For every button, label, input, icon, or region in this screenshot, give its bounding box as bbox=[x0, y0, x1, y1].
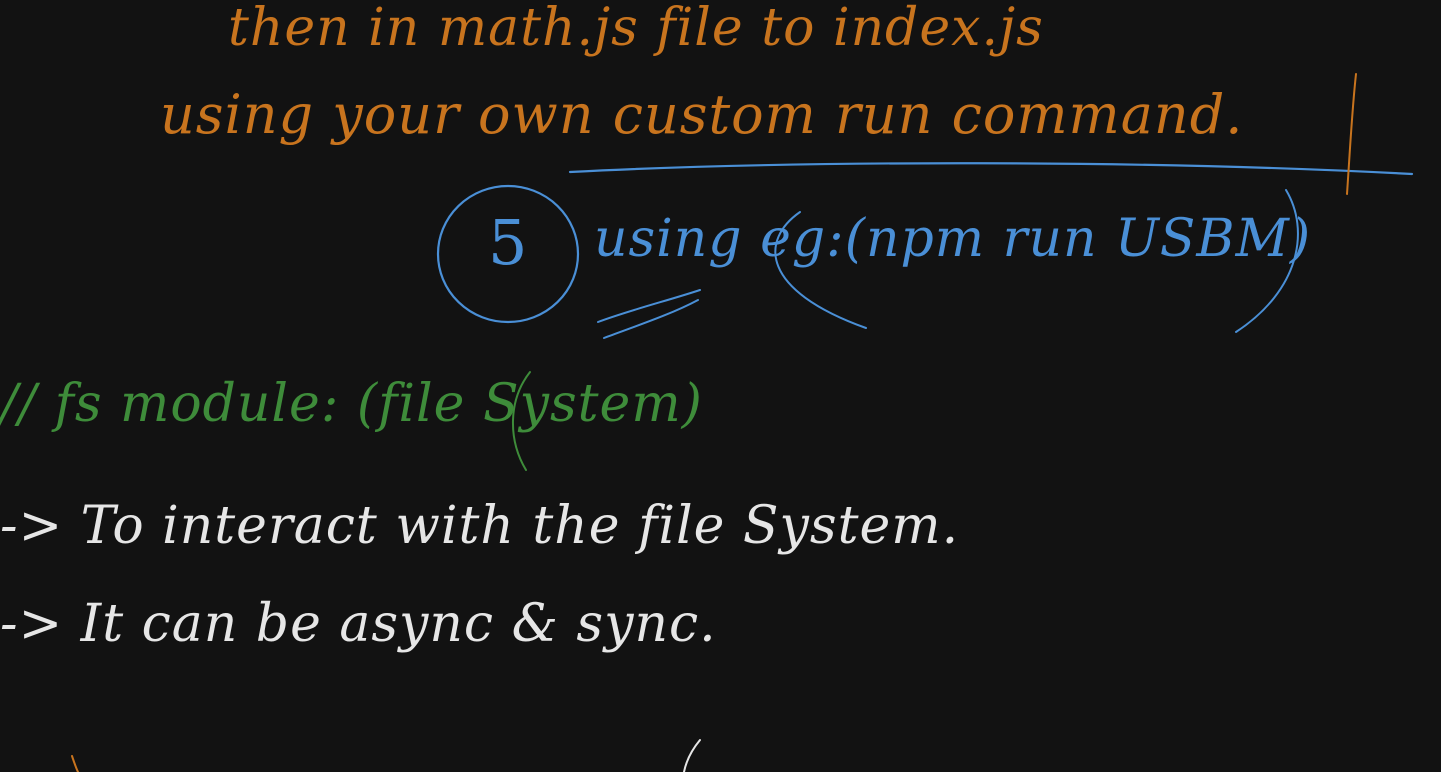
note-line-2: using your own custom run command. bbox=[160, 83, 1244, 146]
partial-stroke-bottom-left bbox=[71, 755, 79, 772]
period-tail-stroke bbox=[1346, 73, 1357, 195]
partial-stroke-bottom bbox=[683, 739, 701, 772]
underline-stroke bbox=[568, 162, 1414, 176]
circled-number: 5 bbox=[488, 206, 529, 279]
note-line-5: -> To interact with the file System. bbox=[0, 496, 960, 556]
double-underline-stroke-2 bbox=[603, 299, 699, 339]
note-line-6: -> It can be async & sync. bbox=[0, 594, 717, 654]
double-underline-stroke bbox=[597, 289, 701, 323]
note-line-3: using eg:(npm run USBM) bbox=[594, 209, 1312, 269]
note-line-1: then in math.js file to index.js bbox=[228, 0, 1044, 58]
whiteboard-canvas: then in math.js file to index.js using y… bbox=[0, 0, 1441, 772]
note-line-4-heading: // fs module: (file System) bbox=[0, 374, 703, 434]
